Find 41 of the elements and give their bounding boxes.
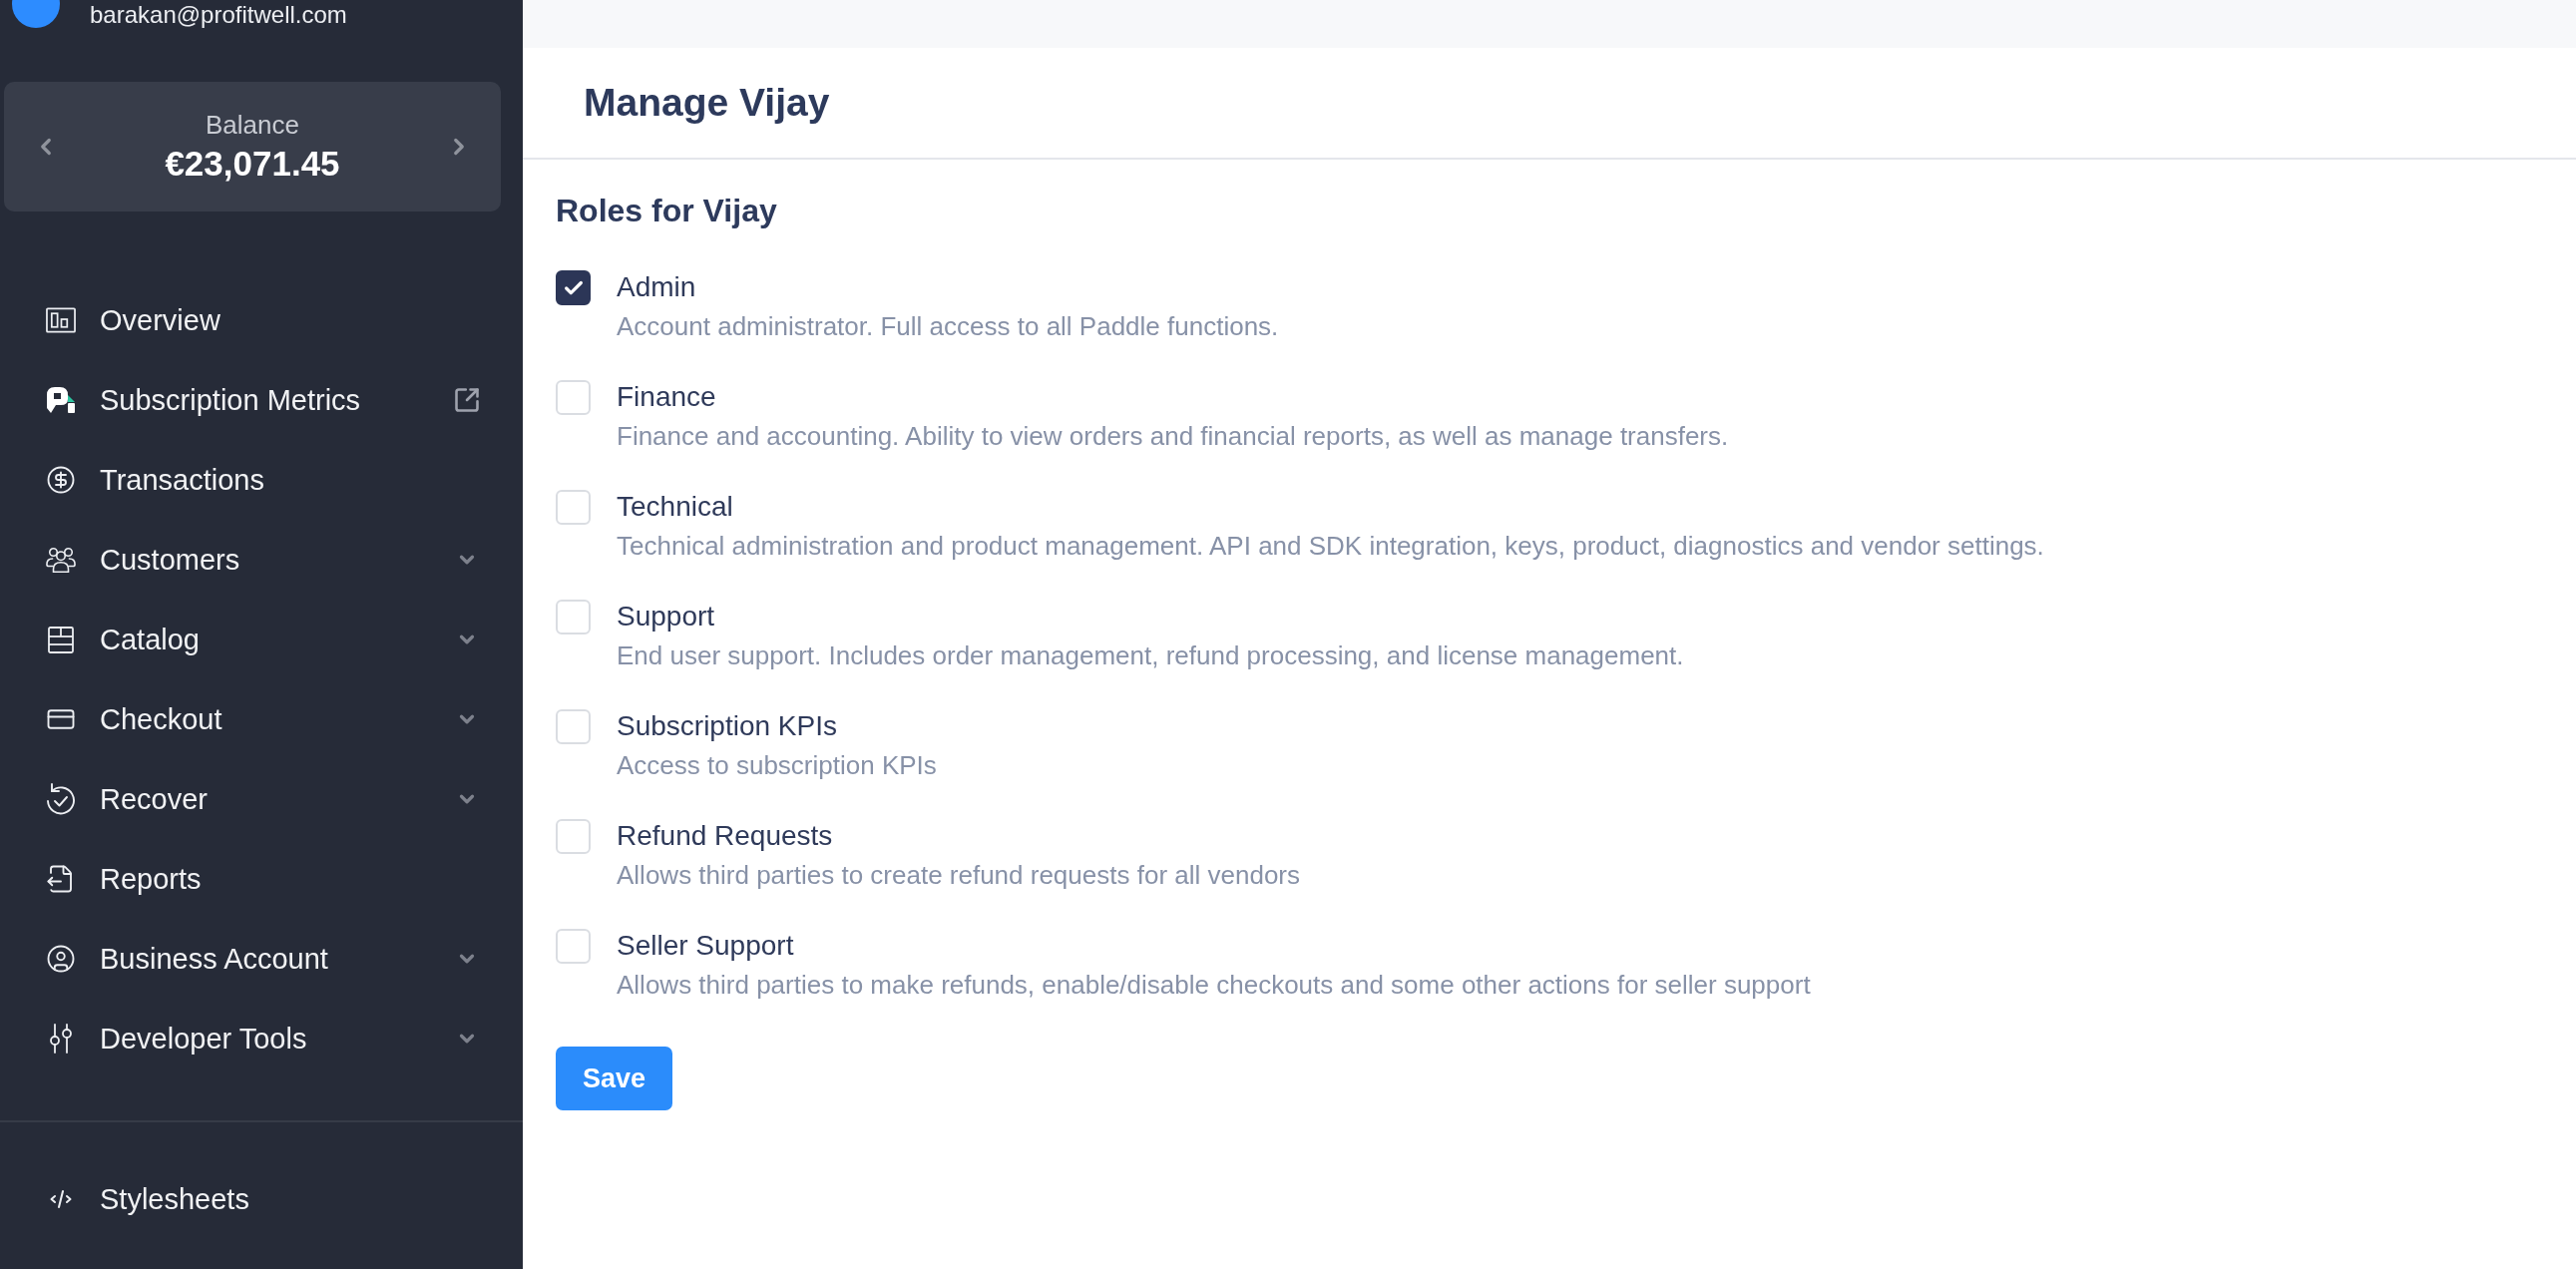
sidebar-item[interactable]: Recover — [0, 759, 523, 839]
dashboard-icon — [46, 307, 76, 333]
sidebar-item[interactable]: Stylesheets — [0, 1159, 523, 1239]
role-description: Allows third parties to create refund requests for all vendors — [617, 860, 1300, 890]
sidebar-item[interactable]: Checkout — [0, 679, 523, 759]
role-name: Subscription KPIs — [617, 709, 837, 743]
role-description: End user support. Includes order management, refund processing, and license management. — [617, 640, 1684, 670]
user-circle-icon — [46, 944, 76, 974]
role-name: Admin — [617, 270, 696, 304]
role-name: Seller Support — [617, 929, 794, 963]
role-description: Account administrator. Full access to all Paddle functions. — [617, 311, 1279, 341]
checkbox[interactable] — [556, 270, 591, 305]
role-name: Technical — [617, 490, 733, 524]
account-email: barakan@profitwell.com — [90, 2, 347, 28]
role-description: Access to subscription KPIs — [617, 750, 937, 780]
refresh-check-icon — [46, 783, 76, 815]
sidebar-item[interactable]: Developer Tools — [0, 999, 523, 1078]
sidebar-item[interactable]: Catalog — [0, 600, 523, 679]
sidebar-item[interactable]: Overview — [0, 280, 523, 360]
balance-label: Balance — [206, 110, 299, 140]
sidebar-item[interactable]: Subscription Metrics — [0, 360, 523, 440]
role-name: Support — [617, 600, 715, 634]
external-link-icon[interactable] — [453, 386, 481, 414]
sidebar-item[interactable]: Transactions — [0, 440, 523, 520]
code-icon — [50, 1189, 72, 1209]
dollar-circle-icon — [46, 465, 76, 495]
section-title: Roles for Vijay — [556, 193, 777, 228]
sliders-icon — [48, 1024, 74, 1054]
role-description: Technical administration and product management. API and SDK integration, keys, product, diagnostics and vendor settings. — [617, 531, 2044, 561]
balance-amount: €23,071.45 — [165, 144, 340, 184]
role-name: Finance — [617, 380, 716, 414]
role-description: Allows third parties to make refunds, enable/disable checkouts and some other actions for seller support — [617, 970, 1811, 1000]
users-icon — [46, 546, 76, 574]
grid-icon — [48, 626, 74, 653]
logo-icon — [46, 386, 76, 414]
role-name: Refund Requests — [617, 819, 833, 853]
page-title: Manage Vijay — [584, 81, 830, 125]
sidebar-item[interactable]: Reports — [0, 839, 523, 919]
sidebar-item[interactable]: Customers — [0, 520, 523, 600]
role-description: Finance and accounting. Ability to view orders and financial reports, as well as manage transfers. — [617, 421, 1729, 451]
sidebar-item[interactable]: Business Account — [0, 919, 523, 999]
